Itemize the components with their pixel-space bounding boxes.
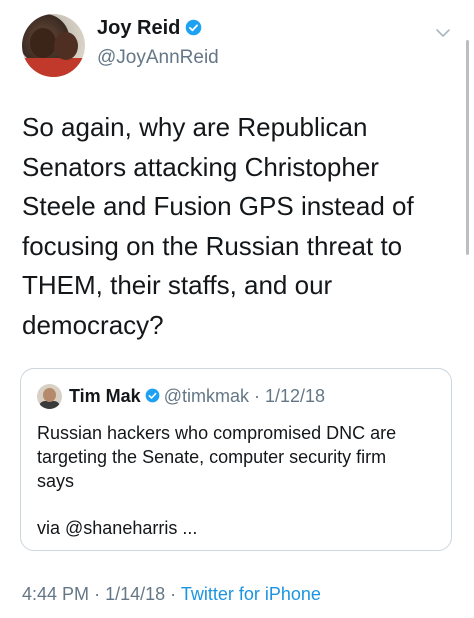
meta-separator: · [94, 584, 101, 604]
quoted-text-line: says [37, 471, 75, 491]
quoted-avatar-face [43, 388, 56, 402]
quoted-text-line: Russian hackers who compromised DNC are [37, 423, 397, 443]
chevron-down-icon[interactable] [434, 24, 452, 42]
avatar-shirt [22, 58, 85, 77]
tweet-line: Senators attacking Christopher [22, 151, 379, 182]
verified-badge-icon [186, 19, 202, 36]
meta-separator: · [170, 584, 177, 604]
tweet-card: Joy Reid @JoyAnnReid So again, why are R… [0, 0, 474, 618]
tweet-line: democracy? [22, 309, 164, 340]
author-name-row[interactable]: Joy Reid [97, 17, 202, 40]
avatar-face-right [54, 32, 78, 60]
tweet-line: focusing on the Russian threat to [22, 230, 403, 261]
quoted-author-name: Tim Mak [69, 386, 141, 406]
quoted-author-handle: @timkmak [163, 386, 249, 406]
tweet-metadata: 4:44 PM · 1/14/18 · Twitter for iPhone [22, 584, 321, 605]
tweet-line: Steele and Fusion GPS instead of [22, 191, 414, 221]
author-avatar[interactable] [22, 14, 85, 77]
quoted-avatar-body [39, 401, 60, 409]
tweet-source-link[interactable]: Twitter for iPhone [181, 584, 321, 604]
tweet-date[interactable]: 1/14/18 [105, 584, 165, 604]
tweet-line: THEM, their staffs, and our [22, 270, 333, 300]
tweet-time: 4:44 PM [22, 584, 90, 604]
quoted-author-avatar [37, 384, 62, 409]
quoted-via-text: via @shaneharris ... [37, 518, 198, 538]
author-name[interactable]: Joy Reid [97, 17, 180, 39]
verified-badge-icon [145, 388, 160, 403]
quoted-date: 1/12/18 [264, 386, 326, 406]
tweet-text: So again, why are Republican Senators att… [22, 108, 452, 345]
quoted-tweet-header: Tim Mak @timkmak · 1/12/18 [69, 386, 325, 407]
quoted-separator: · [248, 386, 265, 406]
scrollbar[interactable] [466, 40, 469, 255]
tweet-line: So again, why are Republican [22, 112, 368, 142]
quoted-tweet-text: Russian hackers who compromised DNC are t… [37, 421, 442, 493]
quoted-tweet-card[interactable]: Tim Mak @timkmak · 1/12/18 Russian hacke… [20, 368, 452, 551]
quoted-text-line: targeting the Senate, computer security … [37, 447, 387, 467]
author-handle[interactable]: @JoyAnnReid [97, 47, 219, 69]
avatar-face-left [30, 28, 56, 58]
